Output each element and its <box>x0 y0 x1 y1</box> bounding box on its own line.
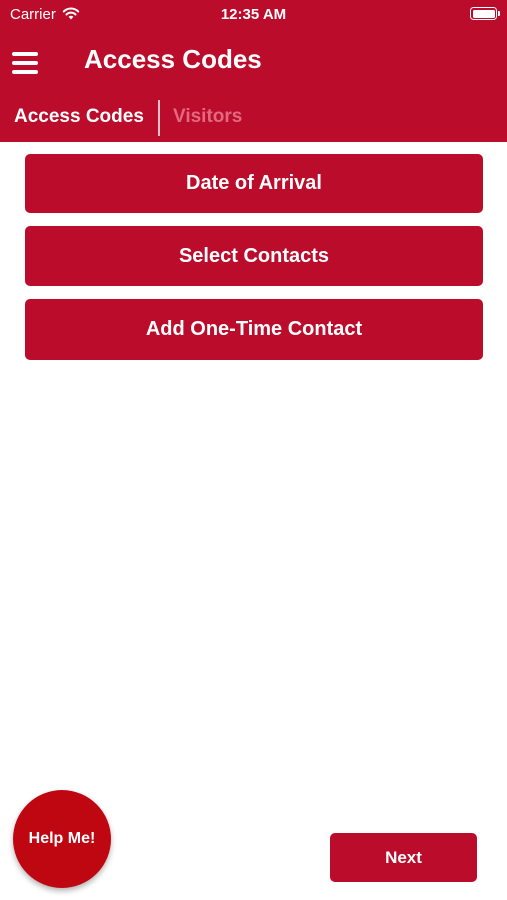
screen: Carrier 12:35 AM Access Codes Access Cod… <box>0 0 507 900</box>
add-one-time-contact-button[interactable]: Add One-Time Contact <box>25 299 483 360</box>
page-title: Access Codes <box>84 44 262 74</box>
clock-time: 12:35 AM <box>220 6 287 23</box>
next-button[interactable]: Next <box>330 833 477 882</box>
battery-icon <box>470 7 500 20</box>
tab-divider <box>158 100 160 136</box>
select-contacts-button[interactable]: Select Contacts <box>25 226 483 286</box>
status-bar: Carrier 12:35 AM <box>0 0 507 28</box>
tab-visitors[interactable]: Visitors <box>173 106 242 128</box>
tab-bar: Access Codes Visitors <box>0 100 507 138</box>
help-me-button[interactable]: Help Me! <box>13 790 111 888</box>
tab-access-codes[interactable]: Access Codes <box>14 106 144 128</box>
date-of-arrival-button[interactable]: Date of Arrival <box>25 154 483 213</box>
app-header: Carrier 12:35 AM Access Codes Access Cod… <box>0 0 507 142</box>
hamburger-menu-icon[interactable] <box>12 52 38 74</box>
